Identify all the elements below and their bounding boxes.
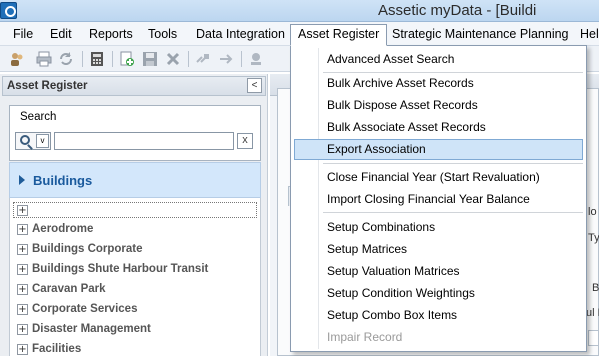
menu-reports[interactable]: Reports [82, 25, 140, 44]
stamp-icon[interactable] [248, 51, 264, 67]
toolbar-separator [241, 51, 242, 67]
delete-icon[interactable] [165, 51, 181, 67]
save-icon[interactable] [142, 51, 158, 67]
expand-icon[interactable]: + [17, 284, 28, 295]
expand-icon[interactable]: + [17, 304, 28, 315]
tree-item-label: Buildings Shute Harbour Transit [32, 263, 209, 275]
menu-edit[interactable]: Edit [43, 25, 79, 44]
refresh-icon[interactable] [58, 51, 74, 67]
menu-item-bulk-archive-asset-records[interactable]: Bulk Archive Asset Records [294, 73, 583, 94]
toolbar-separator [82, 51, 83, 67]
menu-item-setup-combo-box-items[interactable]: Setup Combo Box Items [294, 305, 583, 326]
window-title: Assetic myData - [Buildi [378, 2, 537, 19]
menu-item-advanced-asset-search[interactable]: Advanced Asset Search [294, 49, 583, 70]
detail-field-label-fragment: B [592, 282, 599, 294]
toolbar-separator [112, 51, 113, 67]
tree-item[interactable]: + Aerodrome [10, 220, 260, 240]
menu-separator [323, 212, 583, 213]
tree-item-label: Buildings Corporate [32, 243, 143, 255]
detail-field-label-fragment: lo [588, 206, 597, 218]
menu-item-close-financial-year[interactable]: Close Financial Year (Start Revaluation) [294, 167, 583, 188]
app-icon [0, 2, 17, 19]
new-record-icon[interactable] [119, 51, 135, 67]
menu-item-setup-combinations[interactable]: Setup Combinations [294, 217, 583, 238]
selected-category-label: Buildings [33, 173, 93, 188]
tree-item-label: Disaster Management [32, 323, 151, 335]
tree-item-label: Aerodrome [32, 223, 94, 235]
menu-asset-register[interactable]: Asset Register [290, 24, 388, 46]
menu-separator [323, 163, 583, 164]
tree-item-label: Caravan Park [32, 283, 106, 295]
menu-item-setup-condition-weightings[interactable]: Setup Condition Weightings [294, 283, 583, 304]
menu-bar: File Edit Reports Tools Data Integration… [0, 22, 599, 46]
tree-root-row[interactable]: + [13, 202, 257, 218]
tree-item-label: Facilities [32, 343, 82, 355]
toolbar-separator [188, 51, 189, 67]
search-label: Search [20, 111, 57, 123]
users-icon[interactable] [9, 51, 25, 67]
menu-item-setup-valuation-matrices[interactable]: Setup Valuation Matrices [294, 261, 583, 282]
tree-item[interactable]: + Disaster Management [10, 320, 260, 340]
chevron-down-icon[interactable]: v [36, 134, 49, 148]
menu-file[interactable]: File [6, 25, 40, 44]
move-icon[interactable] [218, 51, 234, 67]
menu-item-bulk-dispose-asset-records[interactable]: Bulk Dispose Asset Records [294, 95, 583, 116]
print-icon[interactable] [36, 51, 52, 67]
link-icon[interactable] [195, 51, 211, 67]
collapse-panel-button[interactable]: < [247, 78, 262, 93]
search-icon-handle [27, 144, 33, 150]
asset-register-dropdown: Advanced Asset Search Bulk Archive Asset… [290, 45, 587, 352]
tree-item[interactable]: + Corporate Services [10, 300, 260, 320]
expand-icon[interactable]: + [17, 205, 28, 216]
calculator-icon[interactable] [89, 51, 105, 67]
clear-search-button[interactable]: x [237, 133, 253, 149]
expand-icon[interactable]: + [17, 264, 28, 275]
tree-item[interactable]: + Buildings Corporate [10, 240, 260, 260]
expand-icon[interactable]: + [17, 324, 28, 335]
menu-data-integration[interactable]: Data Integration [189, 25, 292, 44]
selected-category-header[interactable]: Buildings [9, 162, 261, 198]
menu-help[interactable]: Help [573, 25, 599, 44]
menu-item-import-closing-financial-year-balance[interactable]: Import Closing Financial Year Balance [294, 189, 583, 210]
caret-right-icon [19, 175, 25, 185]
panel-title: Asset Register [7, 80, 88, 92]
tree-item[interactable]: + Facilities [10, 340, 260, 356]
menu-item-setup-matrices[interactable]: Setup Matrices [294, 239, 583, 260]
detail-field-label-fragment: ul L [586, 307, 599, 319]
detail-field-input[interactable] [588, 330, 599, 346]
tree-item-label: Corporate Services [32, 303, 138, 315]
expand-icon[interactable]: + [17, 244, 28, 255]
search-mode-selector[interactable]: v [15, 132, 51, 150]
menu-item-bulk-associate-asset-records[interactable]: Bulk Associate Asset Records [294, 117, 583, 138]
menu-item-export-association[interactable]: Export Association [294, 139, 583, 160]
menu-tools[interactable]: Tools [141, 25, 184, 44]
tree-item[interactable]: + Buildings Shute Harbour Transit [10, 260, 260, 280]
menu-item-impair-record: Impair Record [327, 330, 403, 344]
search-input[interactable] [54, 132, 234, 150]
expand-icon[interactable]: + [17, 344, 28, 355]
tree-item[interactable]: + Caravan Park [10, 280, 260, 300]
expand-icon[interactable]: + [17, 224, 28, 235]
panel-header: Asset Register < [2, 76, 266, 96]
detail-field-label-fragment: Ty [588, 232, 599, 244]
menu-strategic-maintenance-planning[interactable]: Strategic Maintenance Planning [385, 25, 576, 44]
asset-tree: + + Aerodrome + Buildings Corporate + Bu… [9, 198, 261, 356]
title-bar: Assetic myData - [Buildi [0, 0, 599, 22]
asset-register-panel: Asset Register < Search v x Buildings + … [0, 74, 268, 356]
search-group: Search v x [9, 105, 261, 161]
